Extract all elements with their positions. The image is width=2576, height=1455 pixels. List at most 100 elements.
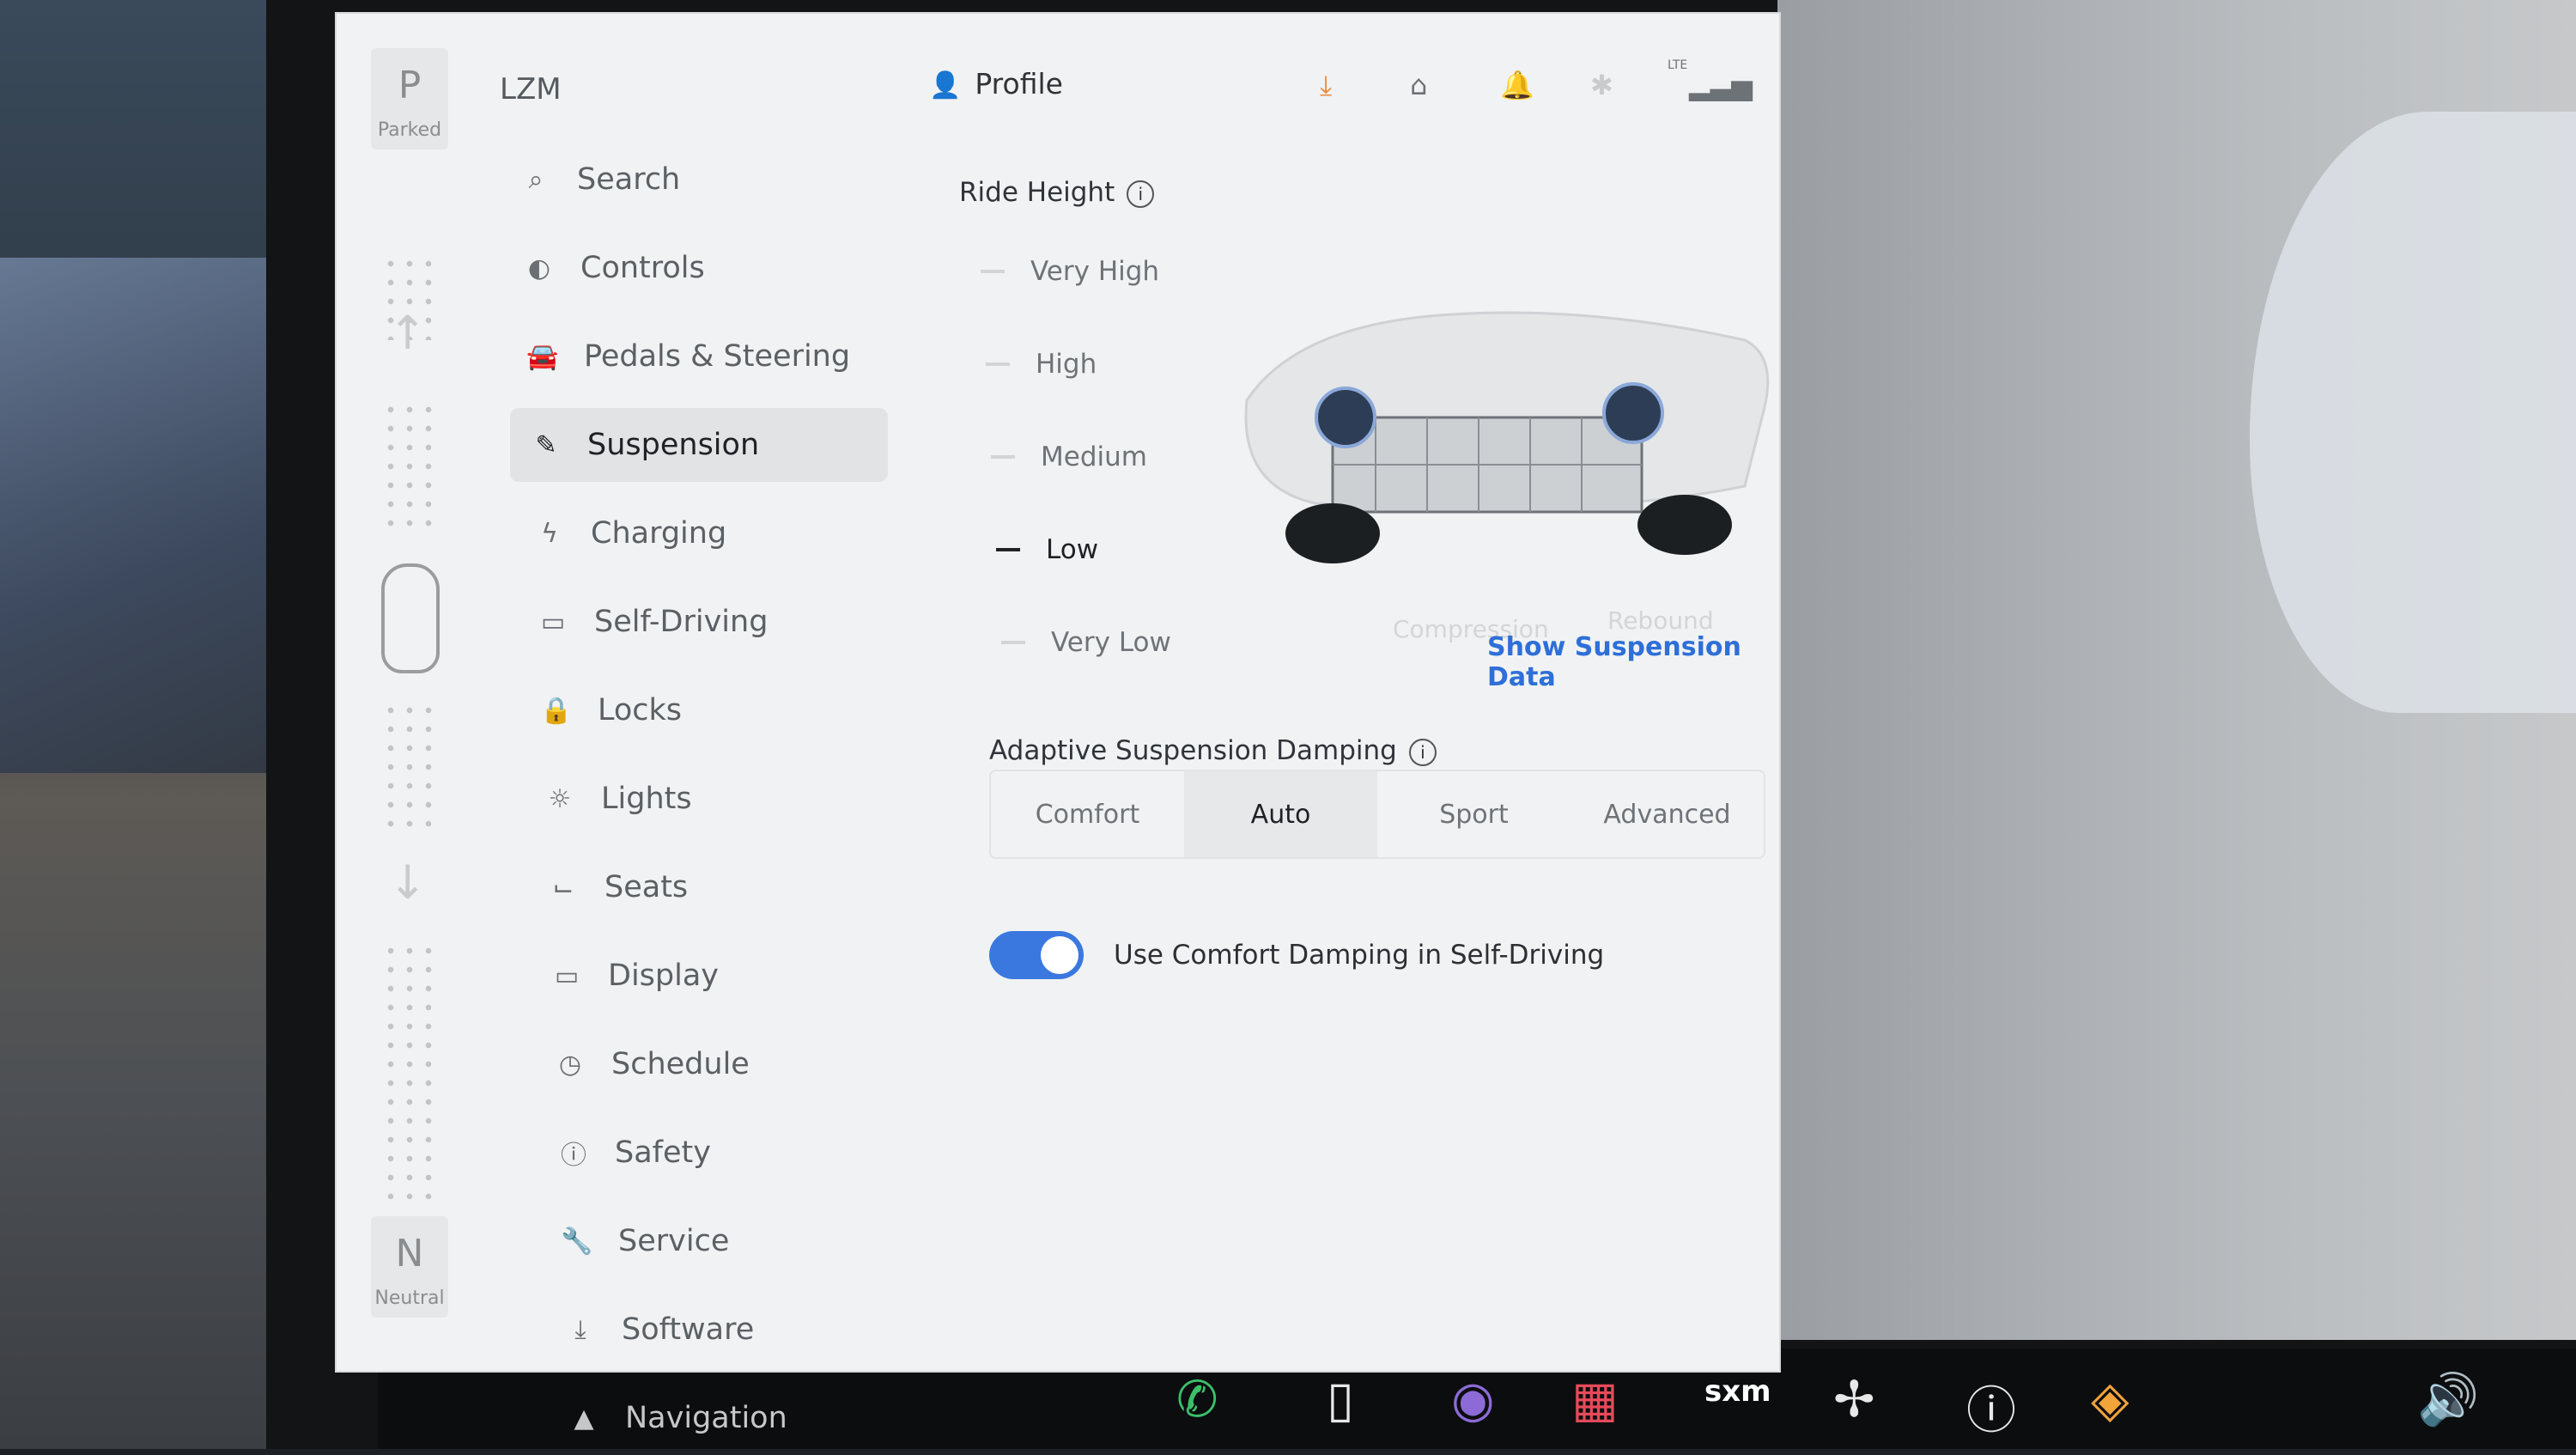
- search-icon: ⌕: [528, 164, 544, 195]
- nav-item-label: Suspension: [587, 428, 760, 462]
- podcast-icon[interactable]: ◈: [2091, 1370, 2129, 1428]
- ride-height-option-label: Very Low: [1051, 627, 1171, 658]
- damping-selector: Comfort Auto Sport Advanced: [989, 770, 1765, 859]
- toggle-knob: [1041, 936, 1078, 974]
- damping-label: Adaptive Suspension Damping: [989, 735, 1397, 766]
- nav-item-search[interactable]: ⌕ Search: [500, 143, 878, 216]
- lte-signal-icon: ▂▃▅: [1689, 69, 1753, 101]
- display-icon: ▭: [554, 960, 580, 991]
- comfort-damping-label: Use Comfort Damping in Self-Driving: [1114, 940, 1605, 971]
- info-icon[interactable]: i: [1408, 738, 1437, 766]
- damping-option-auto[interactable]: Auto: [1184, 771, 1377, 857]
- gear-letter: N: [395, 1232, 424, 1275]
- nav-item-seats[interactable]: ⌙ Seats: [527, 850, 905, 924]
- nav-item-schedule[interactable]: ◷ Schedule: [534, 1027, 912, 1101]
- fan-icon[interactable]: ✢: [1833, 1370, 1875, 1428]
- ride-height-option[interactable]: Medium: [991, 431, 1147, 483]
- info-app-icon[interactable]: ⓘ: [1966, 1370, 2016, 1442]
- nav-item-suspension[interactable]: ✎ Suspension: [510, 408, 888, 482]
- suspension-icon: ✎: [535, 429, 557, 460]
- profile-button[interactable]: 👤 Profile: [929, 67, 1063, 100]
- map-view[interactable]: [1777, 0, 2576, 1340]
- volume-icon[interactable]: 🔊: [2417, 1370, 2479, 1429]
- car-chassis-image: [1244, 311, 1770, 563]
- nav-item-safety[interactable]: ⓘ Safety: [538, 1116, 915, 1190]
- clock-icon: ◷: [558, 1049, 582, 1080]
- arrow-down-icon: ↓: [388, 855, 428, 910]
- phone-icon[interactable]: ✆: [1176, 1370, 1218, 1428]
- nav-item-label: Software: [622, 1312, 755, 1347]
- download-icon[interactable]: ⤓: [1320, 69, 1332, 102]
- vehicle-name: LZM: [500, 72, 562, 107]
- bluetooth-icon[interactable]: ✱: [1590, 69, 1613, 101]
- ride-height-title: Ride Height i: [959, 177, 1155, 208]
- info-icon[interactable]: i: [1127, 180, 1155, 208]
- steering-icon: ▭: [540, 606, 566, 637]
- rail-dots: [381, 701, 438, 838]
- nav-item-pedals-steering[interactable]: 🚘 Pedals & Steering: [507, 320, 884, 393]
- comfort-damping-toggle[interactable]: [989, 931, 1084, 979]
- wrench-icon: 🔧: [561, 1226, 593, 1257]
- nav-item-display[interactable]: ▭ Display: [531, 939, 908, 1013]
- ride-height-option[interactable]: Very High: [981, 246, 1159, 297]
- nav-item-charging[interactable]: ϟ Charging: [513, 496, 891, 570]
- seat-icon: ⌙: [552, 872, 574, 903]
- ride-height-marker: [1001, 641, 1025, 644]
- sxm-icon[interactable]: sxm: [1704, 1374, 1771, 1409]
- nav-item-label: Service: [618, 1224, 730, 1258]
- nav-item-label: Schedule: [611, 1047, 750, 1081]
- ride-height-option-label: Very High: [1030, 256, 1160, 287]
- ride-height-option-label: Low: [1046, 534, 1099, 565]
- navigation-icon: ▲: [574, 1403, 594, 1434]
- ride-height-option[interactable]: Low: [996, 524, 1098, 575]
- nav-item-label: Pedals & Steering: [584, 339, 851, 374]
- apps-icon[interactable]: ▦: [1571, 1370, 1619, 1428]
- gear-park[interactable]: P Parked: [371, 48, 448, 149]
- ride-height-marker: [991, 455, 1015, 459]
- garage-icon[interactable]: ⌂: [1410, 69, 1427, 101]
- nav-item-locks[interactable]: 🔒 Locks: [520, 673, 898, 747]
- camera-icon[interactable]: ◉: [1451, 1370, 1495, 1428]
- arrow-up-icon: ↑: [388, 306, 428, 360]
- gear-neutral[interactable]: N Neutral: [371, 1216, 448, 1318]
- nav-item-lights[interactable]: ☼ Lights: [524, 762, 902, 836]
- damping-option-comfort[interactable]: Comfort: [991, 771, 1184, 857]
- device-icon[interactable]: ▯: [1327, 1370, 1354, 1428]
- ride-height-option[interactable]: Very Low: [1001, 617, 1171, 668]
- nav-item-label: Navigation: [625, 1401, 787, 1435]
- nav-item-label: Search: [577, 162, 681, 197]
- nav-item-label: Lights: [601, 782, 692, 816]
- gear-label: Neutral: [374, 1288, 445, 1309]
- gear-letter: P: [398, 64, 422, 107]
- safety-icon: ⓘ: [561, 1141, 586, 1171]
- nav-item-navigation[interactable]: ▲ Navigation: [548, 1381, 926, 1455]
- gear-rail[interactable]: P Parked ↑ ↓ N Neutral: [354, 31, 448, 1336]
- ride-height-marker: [986, 362, 1010, 366]
- rail-dots: [381, 400, 438, 538]
- show-suspension-data-link[interactable]: Show Suspension Data: [1487, 632, 1779, 692]
- toggle-icon: ◐: [527, 253, 551, 283]
- car-icon: 🚘: [526, 341, 559, 372]
- nav-item-service[interactable]: 🔧 Service: [541, 1204, 919, 1278]
- nav-item-self-driving[interactable]: ▭ Self-Driving: [517, 585, 895, 659]
- bolt-icon: ϟ: [541, 518, 558, 549]
- damping-title: Adaptive Suspension Damping i: [989, 735, 1437, 766]
- ride-height-marker: [981, 270, 1005, 273]
- damping-option-advanced[interactable]: Advanced: [1571, 771, 1764, 857]
- ride-height-option-label: High: [1036, 349, 1097, 380]
- nav-item-software[interactable]: ⤓ Software: [544, 1293, 922, 1367]
- rebound-label: Rebound: [1607, 606, 1714, 635]
- side-window: [0, 258, 275, 773]
- gear-label: Parked: [377, 119, 442, 141]
- nav-item-label: Charging: [591, 516, 727, 551]
- damping-option-sport[interactable]: Sport: [1377, 771, 1571, 857]
- lte-label: LTE: [1668, 58, 1688, 72]
- ride-height-marker: [996, 548, 1020, 551]
- map-water: [2250, 112, 2576, 713]
- nav-item-label: Seats: [605, 870, 689, 904]
- ride-height-option[interactable]: High: [986, 338, 1097, 390]
- nav-item-label: Display: [608, 959, 720, 993]
- nav-item-controls[interactable]: ◐ Controls: [503, 231, 881, 305]
- person-icon: 👤: [929, 70, 962, 100]
- bell-icon[interactable]: 🔔: [1500, 69, 1534, 101]
